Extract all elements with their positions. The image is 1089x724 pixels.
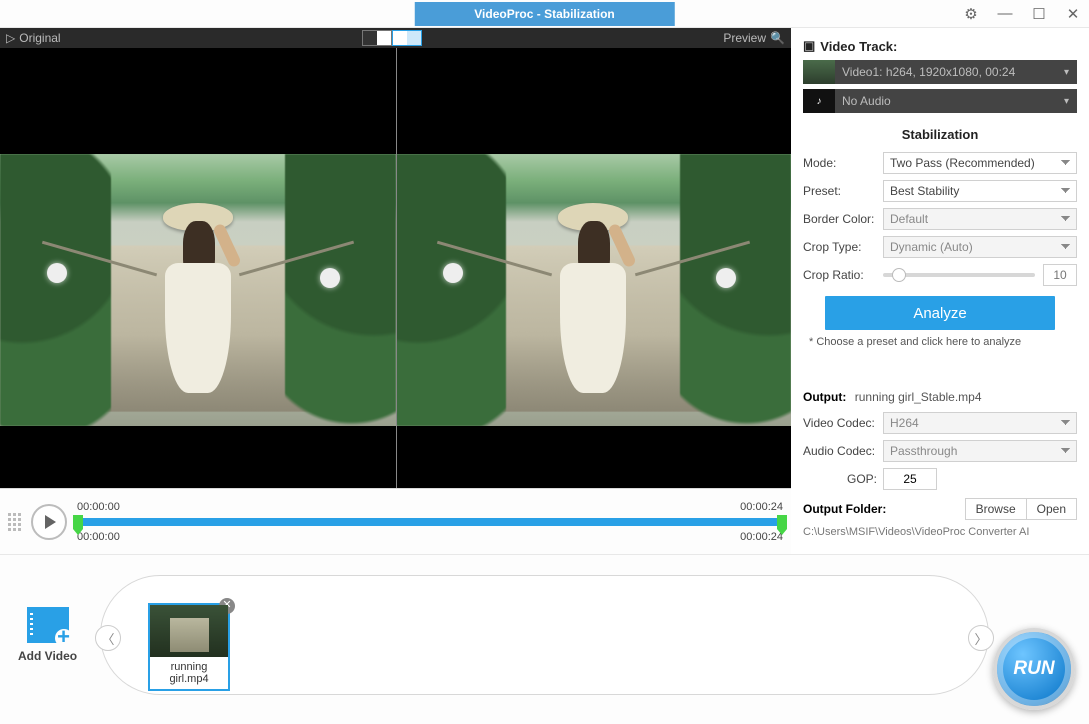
split-mode-a[interactable] [362,30,392,46]
crop-type-label: Crop Type: [803,240,877,254]
audio-codec-label: Audio Codec: [803,444,877,458]
clip-thumbnail [150,605,228,657]
preset-label: Preset: [803,184,877,198]
open-button[interactable]: Open [1027,498,1077,520]
audio-codec-select[interactable]: Passthrough [883,440,1077,462]
add-video-label: Add Video [18,649,77,663]
settings-icon[interactable]: ⚙ [961,4,981,24]
close-button[interactable]: ✕ [1063,4,1083,24]
video-track-select[interactable]: Video1: h264, 1920x1080, 00:24 ▾ [803,60,1077,84]
border-color-select[interactable]: Default [883,208,1077,230]
output-filename: running girl_Stable.mp4 [855,390,982,404]
shelf-next-button[interactable]: 〉 [968,625,994,651]
film-plus-icon [27,607,69,643]
timeline-start: 00:00:00 [77,501,120,513]
video-track-icon: ▣ [803,38,815,54]
add-video-button[interactable]: Add Video [18,607,77,663]
play-button[interactable] [31,504,67,540]
video-codec-select[interactable]: H264 [883,412,1077,434]
crop-type-select[interactable]: Dynamic (Auto) [883,236,1077,258]
video-thumb-icon [803,60,835,84]
magnifier-icon: 🔍 [770,31,785,45]
original-label: Original [19,31,60,45]
video-track-value: Video1: h264, 1920x1080, 00:24 [842,65,1015,79]
video-track-heading: ▣ Video Track: [803,38,1077,54]
audio-icon: ♪ [803,89,835,113]
crop-ratio-input[interactable] [1043,264,1077,286]
mode-select[interactable]: Two Pass (Recommended) [883,152,1077,174]
mode-label: Mode: [803,156,877,170]
crop-ratio-slider[interactable] [883,273,1035,277]
audio-track-value: No Audio [842,94,891,108]
preview-divider[interactable] [396,48,397,488]
preview-area: ▷ Original Preview 🔍 [0,28,791,554]
stabilization-heading: Stabilization [803,127,1077,142]
timeline-track[interactable] [77,518,783,526]
trim-handle-end[interactable] [777,515,787,529]
bottom-strip: 〈 〉 Add Video ✕ running girl.mp4 RUN [0,554,1089,724]
output-path: C:\Users\MSIF\Videos\VideoProc Converter… [803,526,1077,538]
title-bar: VideoProc - Stabilization ⚙ — ☐ ✕ [0,0,1089,28]
maximize-button[interactable]: ☐ [1029,4,1049,24]
original-pane [0,48,396,488]
video-track-heading-text: Video Track: [820,39,897,54]
window-controls: ⚙ — ☐ ✕ [961,4,1083,24]
preset-select[interactable]: Best Stability [883,180,1077,202]
output-label: Output: [803,390,846,404]
timeline-sub-start: 00:00:00 [77,531,120,543]
window-title: VideoProc - Stabilization [414,2,674,26]
result-pane [396,48,792,488]
audio-track-select[interactable]: ♪ No Audio ▾ [803,89,1077,113]
clip-name: running girl.mp4 [150,659,228,689]
browse-button[interactable]: Browse [965,498,1027,520]
video-codec-label: Video Codec: [803,416,877,430]
preview-label: Preview [723,31,766,45]
analyze-hint: * Choose a preset and click here to anal… [809,336,1077,348]
gop-input[interactable] [883,468,937,490]
preview-body [0,48,791,488]
trim-handle-start[interactable] [73,515,83,529]
caret-down-icon: ▾ [1064,96,1069,107]
border-color-label: Border Color: [803,212,877,226]
preview-header: ▷ Original Preview 🔍 [0,28,791,48]
timeline-end: 00:00:24 [740,501,783,513]
slider-knob[interactable] [892,268,906,282]
clip-shelf [100,575,989,695]
caret-down-icon: ▾ [1064,67,1069,78]
timeline: 00:00:00 00:00:24 00:00:00 00:00:24 [77,501,783,543]
settings-panel: ▣ Video Track: Video1: h264, 1920x1080, … [791,28,1089,554]
play-icon [45,515,56,529]
split-view-toggle [362,30,422,46]
crop-ratio-label: Crop Ratio: [803,268,877,282]
drag-handle-icon[interactable] [8,513,21,531]
play-outline-icon: ▷ [6,31,15,45]
shelf-prev-button[interactable]: 〈 [95,625,121,651]
output-folder-label: Output Folder: [803,502,886,516]
analyze-button[interactable]: Analyze [825,296,1055,330]
gop-label: GOP: [803,472,877,486]
original-toggle[interactable]: ▷ Original [0,31,67,45]
clip-card[interactable]: ✕ running girl.mp4 [148,603,230,691]
preview-toggle[interactable]: Preview 🔍 [717,31,791,45]
minimize-button[interactable]: — [995,4,1015,24]
playback-controls: 00:00:00 00:00:24 00:00:00 00:00:24 [0,488,791,554]
run-button[interactable]: RUN [993,628,1075,710]
split-mode-b[interactable] [392,30,422,46]
